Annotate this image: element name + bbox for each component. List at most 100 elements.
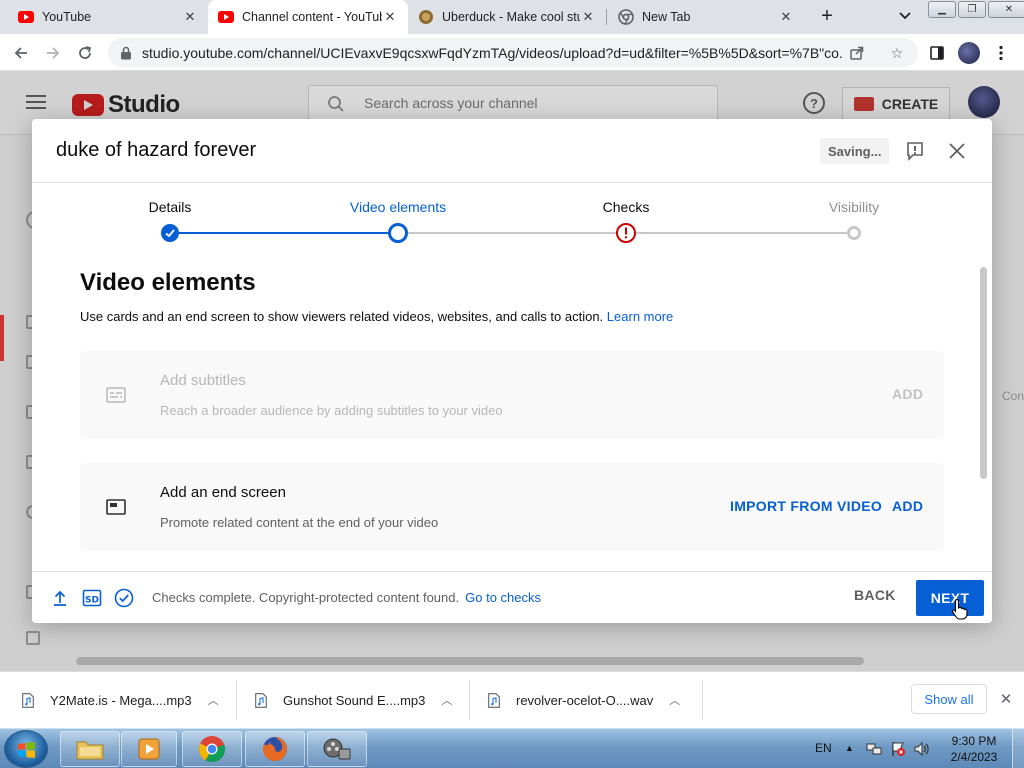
step-checks-warning-icon[interactable] [616, 223, 636, 243]
end-screen-icon [106, 499, 126, 515]
tab-new-tab[interactable]: New Tab ✕ [608, 0, 804, 34]
taskbar-video-app[interactable] [307, 731, 367, 767]
step-details-check-icon[interactable] [161, 224, 179, 242]
checks-status: Checks complete. Copyright-protected con… [152, 590, 541, 605]
forward-arrow-icon[interactable] [42, 42, 64, 64]
dialog-scrollbar[interactable] [980, 267, 987, 479]
section-title: Video elements [80, 269, 256, 296]
download-item[interactable]: revolver-ocelot-O....wav ︿ [488, 686, 680, 714]
sidebar-feedback-icon[interactable] [26, 631, 40, 645]
firefox-icon [262, 737, 287, 761]
folder-icon [76, 741, 104, 760]
tab-search-chevron-icon[interactable] [896, 8, 914, 26]
download-filename: Y2Mate.is - Mega....mp3 [50, 692, 192, 708]
window-close-icon[interactable]: ✕ [988, 1, 1024, 18]
taskbar-chrome[interactable] [182, 731, 242, 767]
start-button[interactable] [4, 730, 48, 768]
new-tab-plus-icon[interactable]: + [816, 6, 838, 27]
browser-tab-strip: YouTube ✕ Channel content - YouTube Stud… [0, 0, 1024, 34]
back-arrow-icon[interactable] [10, 42, 32, 64]
content-horizontal-scrollbar[interactable] [76, 657, 864, 665]
svg-text:SD: SD [85, 596, 99, 606]
tray-overflow-icon[interactable]: ▲ [845, 743, 854, 753]
kebab-menu-icon[interactable] [990, 42, 1012, 64]
video-elements-section: Video elements Use cards and an end scre… [80, 269, 944, 551]
step-checks-label[interactable]: Checks [603, 199, 650, 215]
chevron-up-icon[interactable]: ︿ [441, 692, 452, 708]
help-icon[interactable]: ? [803, 92, 825, 114]
upload-icon[interactable] [50, 588, 70, 608]
show-all-downloads-button[interactable]: Show all [911, 684, 987, 714]
upload-dialog: duke of hazard forever Saving... Details… [32, 119, 992, 623]
report-feedback-icon[interactable] [904, 140, 926, 162]
minimize-icon[interactable]: ▁ [928, 1, 956, 18]
tab-youtube[interactable]: YouTube ✕ [8, 0, 208, 34]
clock-time[interactable]: 9:30 PM [944, 734, 1004, 748]
bookmark-star-icon[interactable]: ☆ [888, 44, 906, 62]
volume-icon[interactable] [914, 741, 930, 757]
chrome-icon [198, 736, 226, 763]
tab-title: Uberduck - Make cool stuff [442, 10, 580, 24]
taskbar-firefox[interactable] [245, 731, 305, 767]
chevron-up-icon[interactable]: ︿ [208, 692, 219, 708]
tab-close-icon[interactable]: ✕ [382, 9, 398, 25]
go-to-checks-link[interactable]: Go to checks [465, 590, 541, 605]
tab-channel-content[interactable]: Channel content - YouTube Studio ✕ [208, 0, 408, 34]
add-subtitles-button[interactable]: ADD [892, 386, 923, 402]
next-button[interactable]: NEXT [916, 580, 984, 616]
search-placeholder: Search across your channel [364, 95, 538, 111]
url-text: studio.youtube.com/channel/UCIEvaxvE9qcs… [142, 44, 842, 61]
checks-complete-icon[interactable] [114, 588, 134, 608]
youtube-favicon-icon [218, 9, 234, 25]
import-from-video-button[interactable]: IMPORT FROM VIDEO [730, 498, 882, 514]
tab-uberduck[interactable]: Uberduck - Make cool stuff ✕ [408, 0, 606, 34]
chevron-up-icon[interactable]: ︿ [669, 692, 680, 708]
download-separator [469, 680, 470, 720]
share-icon[interactable] [848, 44, 866, 62]
window-controls: ▁ ❐ ✕ [928, 1, 1024, 18]
step-visibility-label[interactable]: Visibility [829, 199, 879, 215]
tab-close-icon[interactable]: ✕ [182, 9, 198, 25]
show-desktop-button[interactable] [1012, 729, 1024, 768]
download-item[interactable]: Gunshot Sound E....mp3 ︿ [255, 686, 452, 714]
taskbar-media-player[interactable] [121, 731, 177, 767]
channel-avatar[interactable] [968, 86, 1000, 118]
saving-status-badge: Saving... [820, 138, 890, 164]
tab-close-icon[interactable]: ✕ [778, 9, 794, 25]
action-center-flag-icon[interactable] [890, 741, 906, 757]
create-video-icon [853, 97, 874, 111]
dialog-footer: SD Checks complete. Copyright-protected … [32, 571, 992, 623]
side-panel-icon[interactable] [926, 42, 948, 64]
step-details-label[interactable]: Details [149, 199, 192, 215]
profile-avatar[interactable] [958, 42, 980, 64]
learn-more-link[interactable]: Learn more [607, 309, 673, 324]
download-item[interactable]: Y2Mate.is - Mega....mp3 ︿ [22, 686, 219, 714]
step-video-elements-label[interactable]: Video elements [350, 199, 446, 215]
subtitles-icon [106, 387, 126, 403]
dialog-close-icon[interactable] [946, 140, 968, 162]
taskbar-explorer[interactable] [60, 731, 120, 767]
studio-logo[interactable]: Studio [72, 91, 180, 119]
tab-title: Channel content - YouTube Studio [242, 10, 382, 24]
tab-title: YouTube [42, 10, 92, 24]
sd-quality-icon[interactable]: SD [82, 588, 102, 608]
restore-icon[interactable]: ❐ [958, 1, 986, 18]
dialog-header: duke of hazard forever Saving... [32, 119, 992, 183]
step-video-elements-current-icon[interactable] [388, 223, 408, 243]
downloads-close-icon[interactable]: ✕ [998, 691, 1014, 708]
back-button[interactable]: BACK [854, 587, 896, 603]
lock-icon[interactable] [120, 46, 134, 60]
network-icon[interactable] [866, 741, 882, 757]
clock-date[interactable]: 2/4/2023 [944, 750, 1004, 764]
studio-search-input[interactable]: Search across your channel [308, 85, 718, 121]
hamburger-menu-icon[interactable] [26, 95, 46, 109]
windows-logo-icon [18, 742, 35, 758]
step-visibility-pending-icon[interactable] [847, 226, 861, 240]
reload-icon[interactable] [74, 42, 96, 64]
input-language[interactable]: EN [815, 741, 832, 755]
tab-close-icon[interactable]: ✕ [580, 9, 596, 25]
create-button[interactable]: CREATE [842, 87, 950, 121]
downloads-bar: Y2Mate.is - Mega....mp3 ︿ Gunshot Sound … [0, 671, 1024, 728]
add-end-screen-button[interactable]: ADD [892, 498, 923, 514]
address-bar[interactable]: studio.youtube.com/channel/UCIEvaxvE9qcs… [108, 38, 918, 67]
